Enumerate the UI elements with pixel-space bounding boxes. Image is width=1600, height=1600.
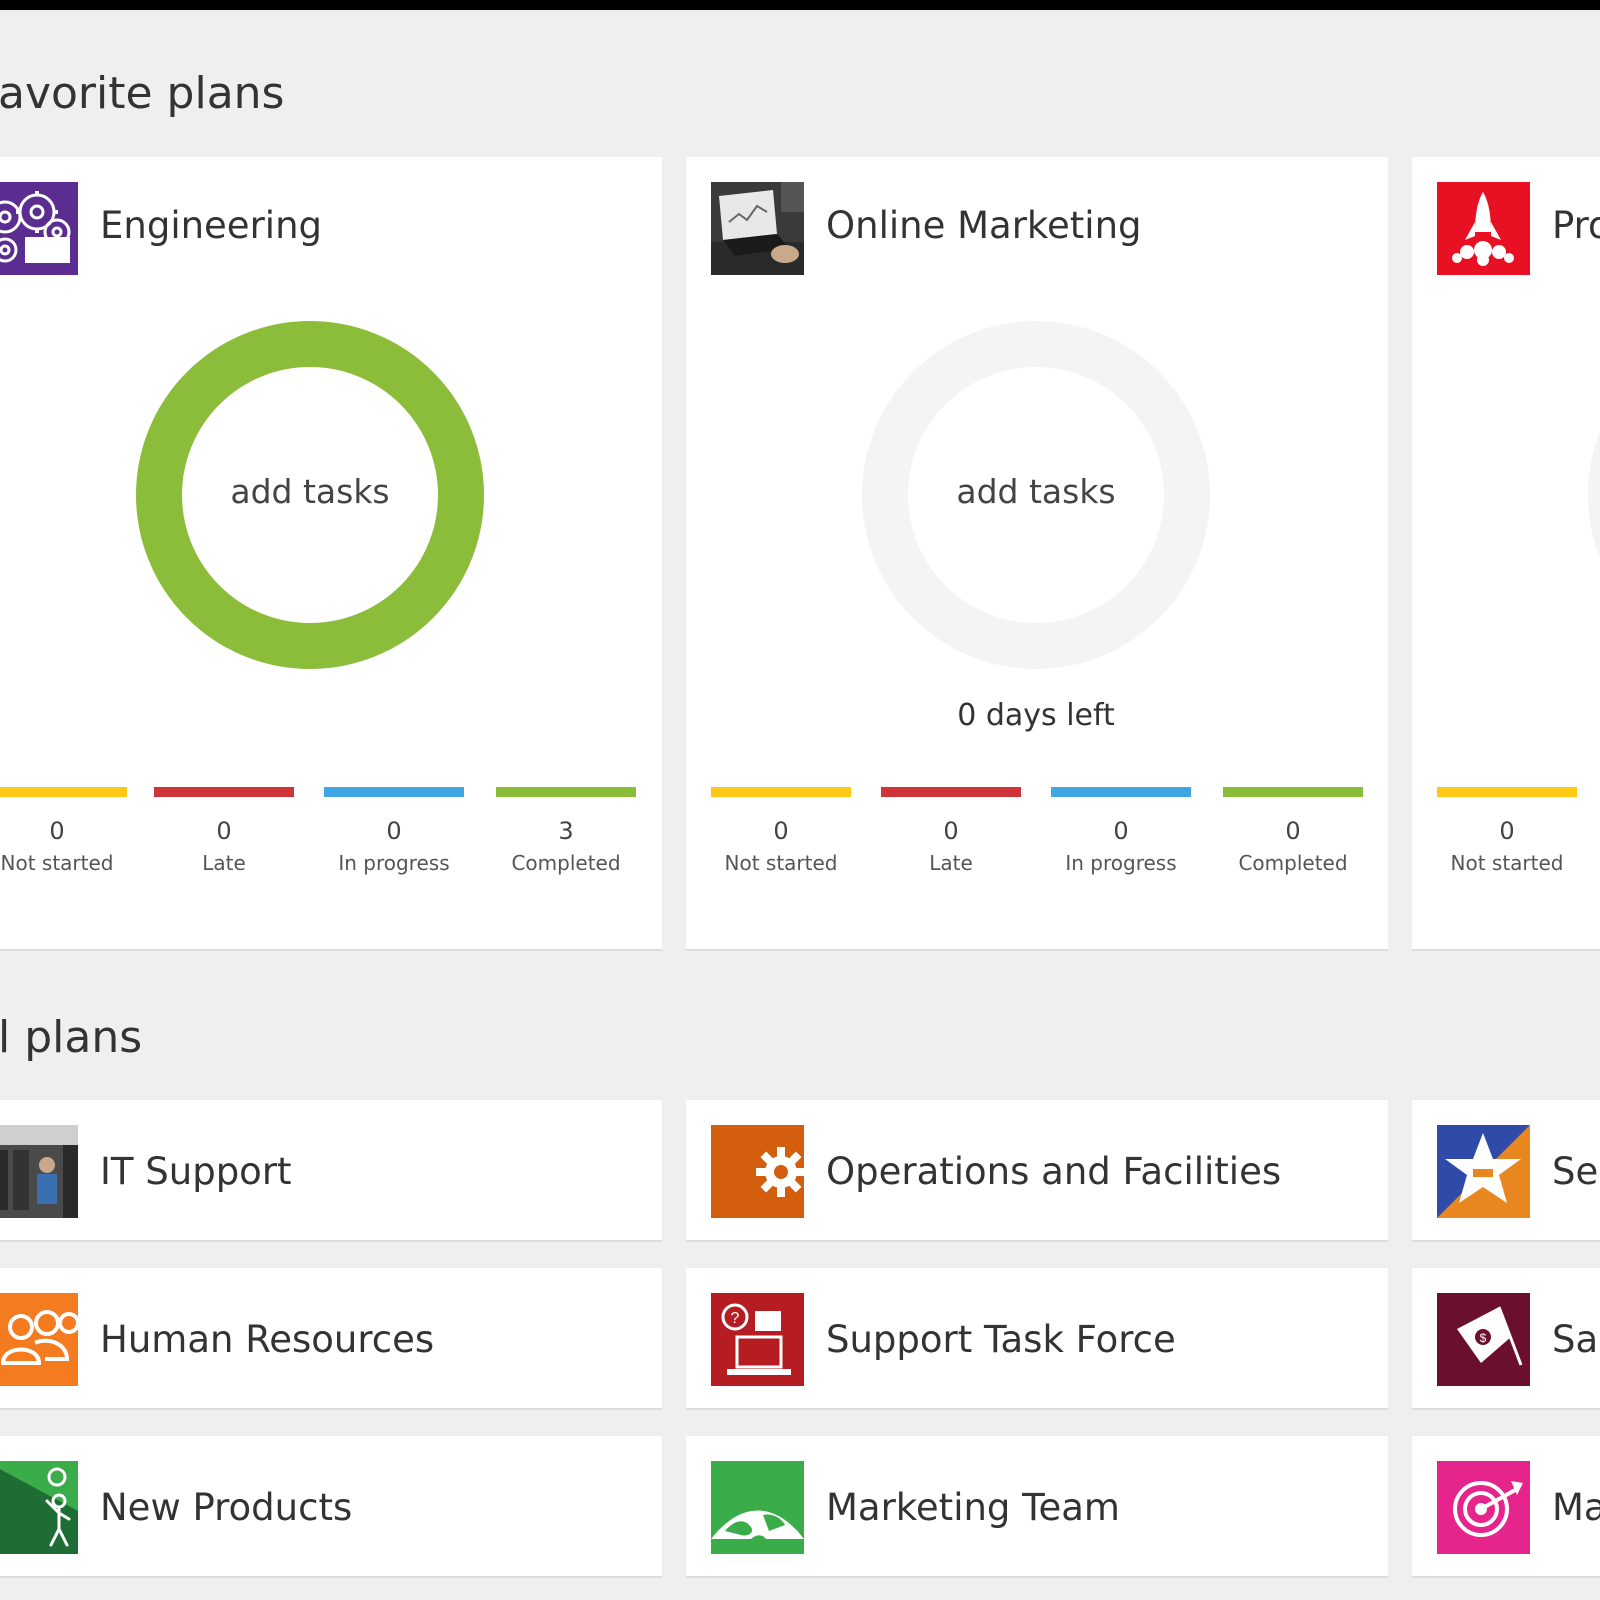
stat-label: Late <box>929 851 973 875</box>
status-bar-green <box>1223 787 1363 797</box>
svg-text:$: $ <box>1480 1331 1487 1345</box>
stat-count: 0 <box>1285 817 1301 845</box>
lightbulb-person-icon <box>0 1461 78 1554</box>
stat-count: 0 <box>216 817 232 845</box>
plan-card-engineering[interactable]: Engineering add tasks 0 Not started 0 La… <box>0 157 662 949</box>
favorite-plans-heading: avorite plans <box>0 68 285 119</box>
plan-title[interactable]: Human Resources <box>100 1318 434 1362</box>
stat-count: 0 <box>1113 817 1129 845</box>
stat-not-started[interactable]: 0 Not started <box>711 787 851 873</box>
status-bar-yellow <box>711 787 851 797</box>
status-bar-green <box>496 787 636 797</box>
stat-count: 0 <box>49 817 65 845</box>
stat-in-progress[interactable]: 0 In progress <box>1051 787 1191 873</box>
gear-icon <box>711 1125 804 1218</box>
plan-title[interactable]: Marketing Team <box>826 1486 1120 1530</box>
status-bar-blue <box>1051 787 1191 797</box>
target-icon <box>1437 1461 1530 1554</box>
status-bar-yellow <box>0 787 127 797</box>
stat-late[interactable]: 0 Late <box>881 787 1021 873</box>
stat-label: Completed <box>1238 851 1348 875</box>
plan-tile-ma[interactable]: Ma <box>1412 1436 1600 1576</box>
plan-card-online-marketing[interactable]: Online Marketing add tasks 0 days left 0… <box>686 157 1388 949</box>
plan-title[interactable]: Ma <box>1552 1486 1600 1530</box>
globe-icon <box>711 1461 804 1554</box>
stat-completed[interactable]: 0 Completed <box>1223 787 1363 873</box>
plan-title[interactable]: Sal <box>1552 1318 1600 1362</box>
stat-label: Not started <box>724 851 838 875</box>
stat-count: 0 <box>1499 817 1515 845</box>
plan-title[interactable]: IT Support <box>100 1150 292 1194</box>
days-left-text: 0 days left <box>957 698 1115 733</box>
stat-count: 0 <box>943 817 959 845</box>
stat-label: Late <box>202 851 246 875</box>
stat-late[interactable]: 0 Late <box>154 787 294 873</box>
add-tasks-link[interactable]: add tasks <box>886 475 1186 508</box>
plan-tile-sal[interactable]: $ Sal <box>1412 1268 1600 1408</box>
star-icon <box>1437 1125 1530 1218</box>
stat-count: 3 <box>558 817 574 845</box>
stat-in-progress[interactable]: 0 In progress <box>324 787 464 873</box>
stat-label: Not started <box>0 851 114 875</box>
stat-label: Completed <box>511 851 621 875</box>
plan-tile-operations-and-facilities[interactable]: Operations and Facilities <box>686 1100 1388 1240</box>
money-flag-icon: $ <box>1437 1293 1530 1386</box>
stat-count: 0 <box>386 817 402 845</box>
plan-tile-ser[interactable]: Ser <box>1412 1100 1600 1240</box>
status-bar-blue <box>324 787 464 797</box>
status-bar-red <box>154 787 294 797</box>
stat-count: 0 <box>773 817 789 845</box>
plan-tile-marketing-team[interactable]: Marketing Team <box>686 1436 1388 1576</box>
plan-title[interactable]: Support Task Force <box>826 1318 1176 1362</box>
stat-label: Not started <box>1450 851 1564 875</box>
stat-not-started[interactable]: 0 Not started <box>0 787 127 873</box>
add-tasks-link[interactable]: add tasks <box>160 475 460 508</box>
plan-tile-support-task-force[interactable]: ? Support Task Force <box>686 1268 1388 1408</box>
plan-title[interactable]: New Products <box>100 1486 352 1530</box>
plan-tile-it-support[interactable]: IT Support <box>0 1100 662 1240</box>
all-plans-heading: l plans <box>0 1012 143 1063</box>
help-desk-icon: ? <box>711 1293 804 1386</box>
plan-title[interactable]: Operations and Facilities <box>826 1150 1281 1194</box>
svg-text:?: ? <box>731 1310 740 1327</box>
people-icon <box>0 1293 78 1386</box>
plan-tile-new-products[interactable]: New Products <box>0 1436 662 1576</box>
status-bar-red <box>881 787 1021 797</box>
stat-label: In progress <box>1065 851 1177 875</box>
stat-label: In progress <box>338 851 450 875</box>
plan-title[interactable]: Ser <box>1552 1150 1600 1194</box>
status-bar-yellow <box>1437 787 1577 797</box>
window-top-border <box>0 0 1600 10</box>
plan-tile-human-resources[interactable]: Human Resources <box>0 1268 662 1408</box>
stat-completed[interactable]: 3 Completed <box>496 787 636 873</box>
plan-card-pro[interactable]: Pro 0 Not started <box>1412 157 1600 949</box>
stat-not-started[interactable]: 0 Not started <box>1437 787 1577 873</box>
it-support-photo-icon <box>0 1125 78 1218</box>
